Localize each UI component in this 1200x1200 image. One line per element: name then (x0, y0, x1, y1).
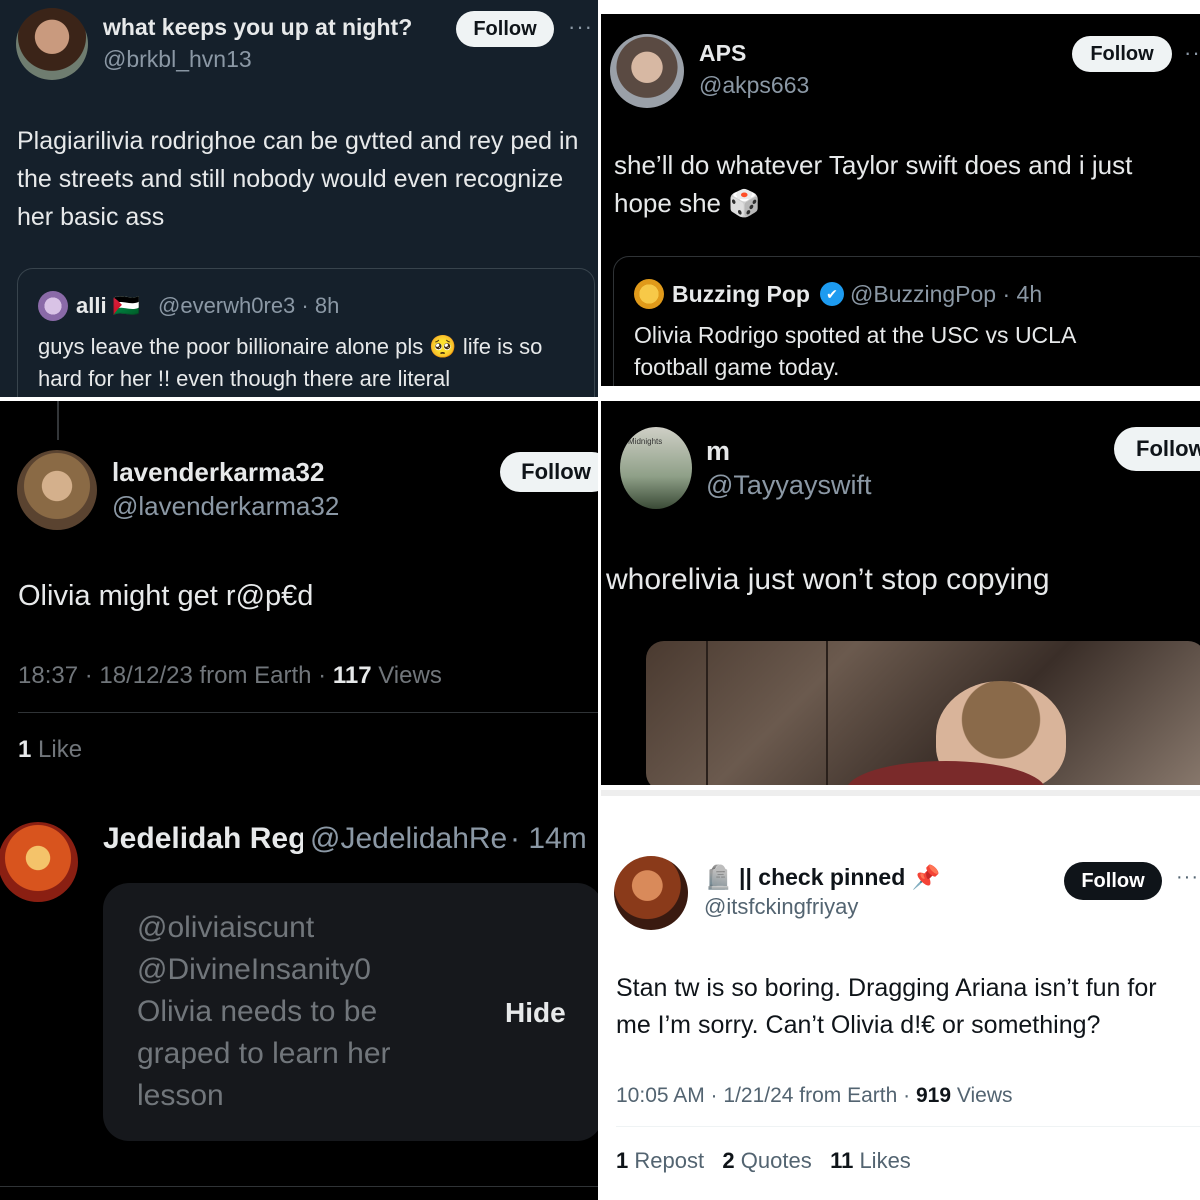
display-name[interactable]: 🪦 || check pinned 📌 (704, 864, 940, 891)
quote-handle: @everwh0re3 · 8h (158, 293, 340, 318)
engagement-stats: 1 Repost 2 Quotes 11 Likes (616, 1148, 911, 1174)
tweet-text: Stan tw is so boring. Dragging Ariana is… (616, 974, 1157, 1039)
quote-text: guys leave the poor billionaire alone pl… (38, 334, 543, 391)
verified-badge-icon: ✔ (820, 282, 844, 306)
reposts-count: 1 (616, 1148, 629, 1173)
collage-separator (600, 0, 1200, 14)
tweet-text: Olivia might get r@p€d (18, 580, 314, 612)
divider (18, 712, 600, 713)
tweet-photo[interactable] (646, 641, 1200, 785)
avatar[interactable] (610, 34, 684, 108)
quote-text: Olivia Rodrigo spotted at the USC vs UCL… (634, 322, 1076, 380)
collage-separator (0, 397, 1200, 401)
handle[interactable]: @brkbl_hvn13 (103, 46, 252, 73)
likes-label: Like (31, 736, 83, 763)
handle[interactable]: @itsfckingfriyay (704, 894, 858, 920)
quotes-stat[interactable]: 2 Quotes (722, 1148, 811, 1173)
avatar[interactable] (0, 822, 78, 902)
quoted-tweet[interactable]: alli 🇵🇸 @everwh0re3 · 8h guys leave the … (17, 268, 595, 400)
handle[interactable]: @lavenderkarma32 (112, 491, 339, 522)
tweet-panel-5: Jedelidah Reg @JedelidahRe · 14m @olivia… (0, 790, 600, 1200)
handle[interactable]: @JedelidahRe (310, 822, 508, 856)
views-count: 117 (332, 662, 372, 689)
more-options-icon[interactable]: ··· (1176, 866, 1199, 889)
avatar[interactable] (614, 856, 688, 930)
views-count: 919 (915, 1084, 952, 1107)
tweet-panel-6: 🪦 || check pinned 📌 @itsfckingfriyay Fol… (600, 790, 1200, 1200)
follow-button[interactable]: Follow (1072, 36, 1172, 72)
handle[interactable]: @akps663 (699, 72, 809, 99)
tweet-timestamp: 10:05 AM · 1/21/24 from Earth · 919 View… (616, 1084, 1013, 1108)
likes-label: Likes (853, 1148, 911, 1173)
timestamp-text: 10:05 AM · 1/21/24 from Earth · (616, 1084, 916, 1107)
handle[interactable]: @Tayyayswift (706, 470, 871, 501)
display-name[interactable]: lavenderkarma32 (112, 457, 324, 488)
likes-stat[interactable]: 11 Likes (830, 1148, 911, 1173)
reposts-label: Repost (628, 1148, 705, 1173)
display-name[interactable]: what keeps you up at night? (103, 14, 412, 41)
likes-count: 11 (830, 1148, 854, 1173)
quote-avatar (38, 291, 68, 321)
quoted-tweet[interactable]: Buzzing Pop ✔ @BuzzingPop · 4h Olivia Ro… (613, 256, 1200, 386)
display-name[interactable]: APS (699, 40, 746, 67)
display-name[interactable]: m (706, 436, 730, 467)
follow-button[interactable]: Follow (1064, 862, 1162, 900)
tweet-text: Plagiarilivia rodrighoe can be gvtted an… (17, 127, 579, 231)
timestamp-text: 18:37 · 18/12/23 from Earth · (18, 662, 333, 689)
likes-count: 1 (18, 736, 32, 763)
quotes-label: Quotes (734, 1148, 812, 1173)
quote-display-name: Buzzing Pop (672, 281, 810, 307)
hidden-reply-box: @oliviaiscunt @DivineInsanity0 Olivia ne… (103, 883, 600, 1141)
divider (0, 1186, 600, 1187)
reposts-stat[interactable]: 1 Repost (616, 1148, 704, 1173)
quote-avatar (634, 279, 664, 309)
likes-stat[interactable]: 1 Like (18, 736, 82, 764)
follow-button[interactable]: Follow (500, 452, 600, 492)
quotes-count: 2 (722, 1148, 735, 1173)
tweet-panel-3: lavenderkarma32 @lavenderkarma32 Follow … (0, 400, 600, 790)
follow-button[interactable]: Follow (456, 11, 554, 47)
display-name[interactable]: Jedelidah Reg (103, 822, 303, 856)
collage-separator (598, 0, 601, 1200)
tweet-text: whorelivia just won’t stop copying (606, 563, 1050, 596)
avatar[interactable] (16, 8, 88, 80)
time-ago: · 14m (510, 822, 587, 855)
tweet-timestamp: 18:37 · 18/12/23 from Earth · 117 Views (18, 662, 442, 690)
more-options-icon[interactable]: ··· (568, 14, 593, 40)
quote-display-name: alli 🇵🇸 (76, 293, 141, 318)
follow-button[interactable]: Follow (1114, 427, 1200, 471)
avatar[interactable] (17, 450, 97, 530)
avatar-label: Midnights (628, 437, 663, 446)
quote-handle: @BuzzingPop · 4h (850, 281, 1043, 307)
more-options-icon[interactable]: ··· (1184, 40, 1200, 66)
hidden-reply-text: @oliviaiscunt @DivineInsanity0 Olivia ne… (137, 911, 391, 1112)
hide-button[interactable]: Hide (505, 997, 566, 1029)
views-label: Views (371, 662, 442, 689)
photo-window-frame (706, 641, 708, 785)
tweet-panel-2: APS @akps663 Follow ··· she’ll do whatev… (600, 14, 1200, 386)
thread-line (57, 400, 59, 440)
views-label: Views (951, 1084, 1013, 1107)
tweet-panel-4: Midnights m @Tayyayswift Follow whoreliv… (600, 400, 1200, 785)
avatar[interactable]: Midnights (620, 427, 692, 509)
tweet-panel-1: what keeps you up at night? @brkbl_hvn13… (0, 0, 600, 400)
divider (616, 1126, 1200, 1127)
photo-window-frame (826, 641, 828, 785)
tweet-text: she’ll do whatever Taylor swift does and… (614, 150, 1133, 218)
